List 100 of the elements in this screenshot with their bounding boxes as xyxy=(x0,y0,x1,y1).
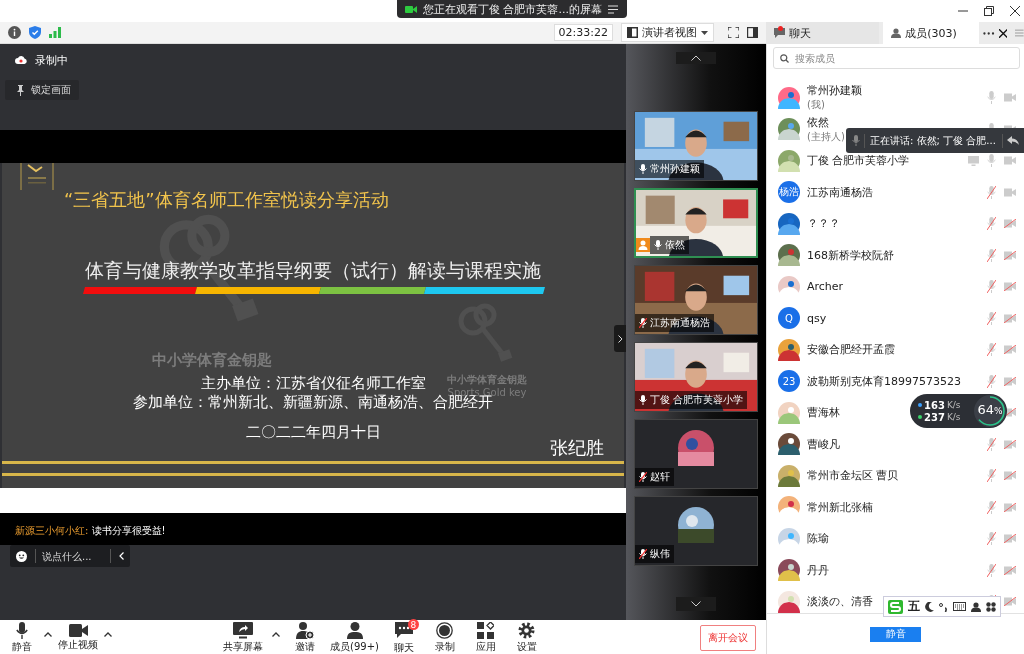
member-name: Archer xyxy=(807,280,844,294)
chat-input[interactable]: 说点什么... xyxy=(42,549,104,563)
apps-icon xyxy=(477,621,495,639)
search-icon xyxy=(780,53,789,63)
invite-button[interactable]: 邀请 xyxy=(289,621,322,654)
apps-button[interactable]: 应用 xyxy=(469,621,502,654)
member-name: ？？？ xyxy=(807,216,840,232)
info-icon[interactable] xyxy=(8,26,21,39)
recording-label: 录制中 xyxy=(35,52,68,68)
members-button[interactable]: 成员(99+) xyxy=(330,621,379,654)
member-name: 波勒斯别克体育18997573523 xyxy=(807,373,961,389)
moon-icon[interactable] xyxy=(925,601,934,612)
lock-screen-button[interactable]: 锁定画面 xyxy=(5,80,79,100)
member-name: 安徽合肥经开孟霞 xyxy=(807,342,895,358)
usage-gauge xyxy=(973,394,1007,428)
avatar xyxy=(778,338,800,361)
video-tile[interactable]: 纵伟 xyxy=(634,496,758,566)
avatar xyxy=(778,590,800,613)
participant-label: 纵伟 xyxy=(635,545,674,563)
download-rate: 237 K/s xyxy=(918,411,973,423)
person-icon xyxy=(346,621,363,639)
video-tile[interactable]: 赵轩 xyxy=(634,419,758,489)
share-button[interactable]: 共享屏幕 xyxy=(223,621,264,654)
emoji-icon[interactable] xyxy=(16,550,27,562)
camera-button[interactable]: 停止视频 xyxy=(58,623,98,652)
video-tile[interactable]: 江苏南通杨浩 xyxy=(634,265,758,335)
chevron-down-icon xyxy=(691,601,701,607)
collapse-icon[interactable] xyxy=(119,552,124,560)
chat-input-field[interactable]: 说点什么... xyxy=(35,549,111,563)
participant-label: 丁俊 合肥市芙蓉小学 xyxy=(635,391,748,409)
member-name: 常州新北张楠 xyxy=(807,499,873,515)
settings-button[interactable]: 设置 xyxy=(510,621,543,654)
close-icon[interactable] xyxy=(998,28,1008,38)
member-name: 淡淡の、清香 xyxy=(807,594,873,610)
video-tile[interactable]: 常州孙建颖 xyxy=(634,111,758,181)
avatar xyxy=(778,496,800,519)
panel-tab[interactable]: 聊天 xyxy=(766,22,880,44)
fullscreen-icon[interactable] xyxy=(728,27,739,38)
mic-button[interactable]: 静音 xyxy=(6,621,38,654)
member-name: 陈瑜 xyxy=(807,531,829,547)
watermark-text: 中小学体育金钥匙 xyxy=(152,351,272,370)
input-mode[interactable]: 五 xyxy=(908,598,920,615)
expand-button[interactable] xyxy=(614,325,626,352)
participant-label: 常州孙建颖 xyxy=(635,160,704,178)
grid-icon[interactable] xyxy=(986,601,996,612)
avatar xyxy=(778,275,800,298)
chat-icon xyxy=(774,28,785,38)
leave-meeting-button[interactable]: 离开会议 xyxy=(700,624,756,651)
camera-icon xyxy=(68,623,88,637)
speaking-text: 正在讲话: 依然; 丁俊 合肥... xyxy=(864,133,1003,148)
member-name: 168新桥学校阮舒 xyxy=(807,247,894,263)
member-name: 常州孙建颖 xyxy=(807,83,862,99)
mute-all-button[interactable]: 静音 xyxy=(870,626,921,642)
pin-icon xyxy=(17,84,24,96)
mic-icon xyxy=(852,135,860,146)
person-icon[interactable] xyxy=(971,601,981,612)
close-icon[interactable] xyxy=(1010,6,1020,16)
member-role: (我) xyxy=(807,98,825,113)
avatar xyxy=(778,86,800,109)
avatar xyxy=(778,559,800,582)
record-icon xyxy=(436,621,454,639)
restore-icon[interactable] xyxy=(984,6,994,16)
member-name: 丹丹 xyxy=(807,562,829,578)
caret-up-icon[interactable] xyxy=(272,632,281,637)
search-field[interactable]: 搜索成员 xyxy=(773,47,1020,69)
shield-icon[interactable] xyxy=(29,26,41,39)
more-icon[interactable] xyxy=(983,31,995,35)
video-tile[interactable]: 丁俊 合肥市芙蓉小学 xyxy=(634,342,758,412)
video-tile[interactable]: 依然 xyxy=(634,188,758,258)
caret-up-icon[interactable] xyxy=(104,632,112,637)
avatar-initials: 杨浩 xyxy=(778,181,800,204)
unread-count: 8 xyxy=(407,619,419,630)
member-name: 常州市金坛区 曹贝 xyxy=(807,468,899,484)
avatar xyxy=(778,464,800,487)
avatar xyxy=(778,527,800,550)
banner-text: 您正在观看丁俊 合肥市芙蓉...的屏幕 xyxy=(423,1,602,17)
chat-button[interactable]: 8 聊天 xyxy=(387,620,420,654)
panel-tab[interactable]: 成员(303) xyxy=(883,22,980,44)
speaker-name: 张纪胜 xyxy=(550,437,604,459)
cloud-icon xyxy=(15,56,27,64)
caret-up-icon[interactable] xyxy=(44,632,52,637)
member-name: 依然 xyxy=(807,114,829,130)
participant-label: 赵轩 xyxy=(635,468,674,486)
keyboard-icon[interactable] xyxy=(953,602,966,611)
usage-percent: 64% xyxy=(976,402,1004,417)
input-method-logo-icon[interactable] xyxy=(888,599,903,614)
reply-icon[interactable] xyxy=(1007,136,1019,145)
upload-rate: 163 K/s xyxy=(918,399,973,411)
sidebar-icon[interactable] xyxy=(747,27,758,38)
view-mode-dropdown[interactable]: 演讲者视图 xyxy=(621,23,714,42)
avatar-initials: 23 xyxy=(778,370,800,393)
chevron-up-icon xyxy=(691,55,701,61)
member-name: 曹峻凡 xyxy=(807,436,840,452)
member-name: 丁俊 合肥市芙蓉小学 xyxy=(807,153,910,169)
member-name: qsy xyxy=(807,311,827,325)
participant-label: 依然 xyxy=(650,236,689,254)
meeting-timer: 02:33:22 xyxy=(553,24,613,41)
avatar xyxy=(778,433,800,456)
record-button[interactable]: 录制 xyxy=(428,621,461,654)
punctuation-icon[interactable] xyxy=(939,601,948,612)
